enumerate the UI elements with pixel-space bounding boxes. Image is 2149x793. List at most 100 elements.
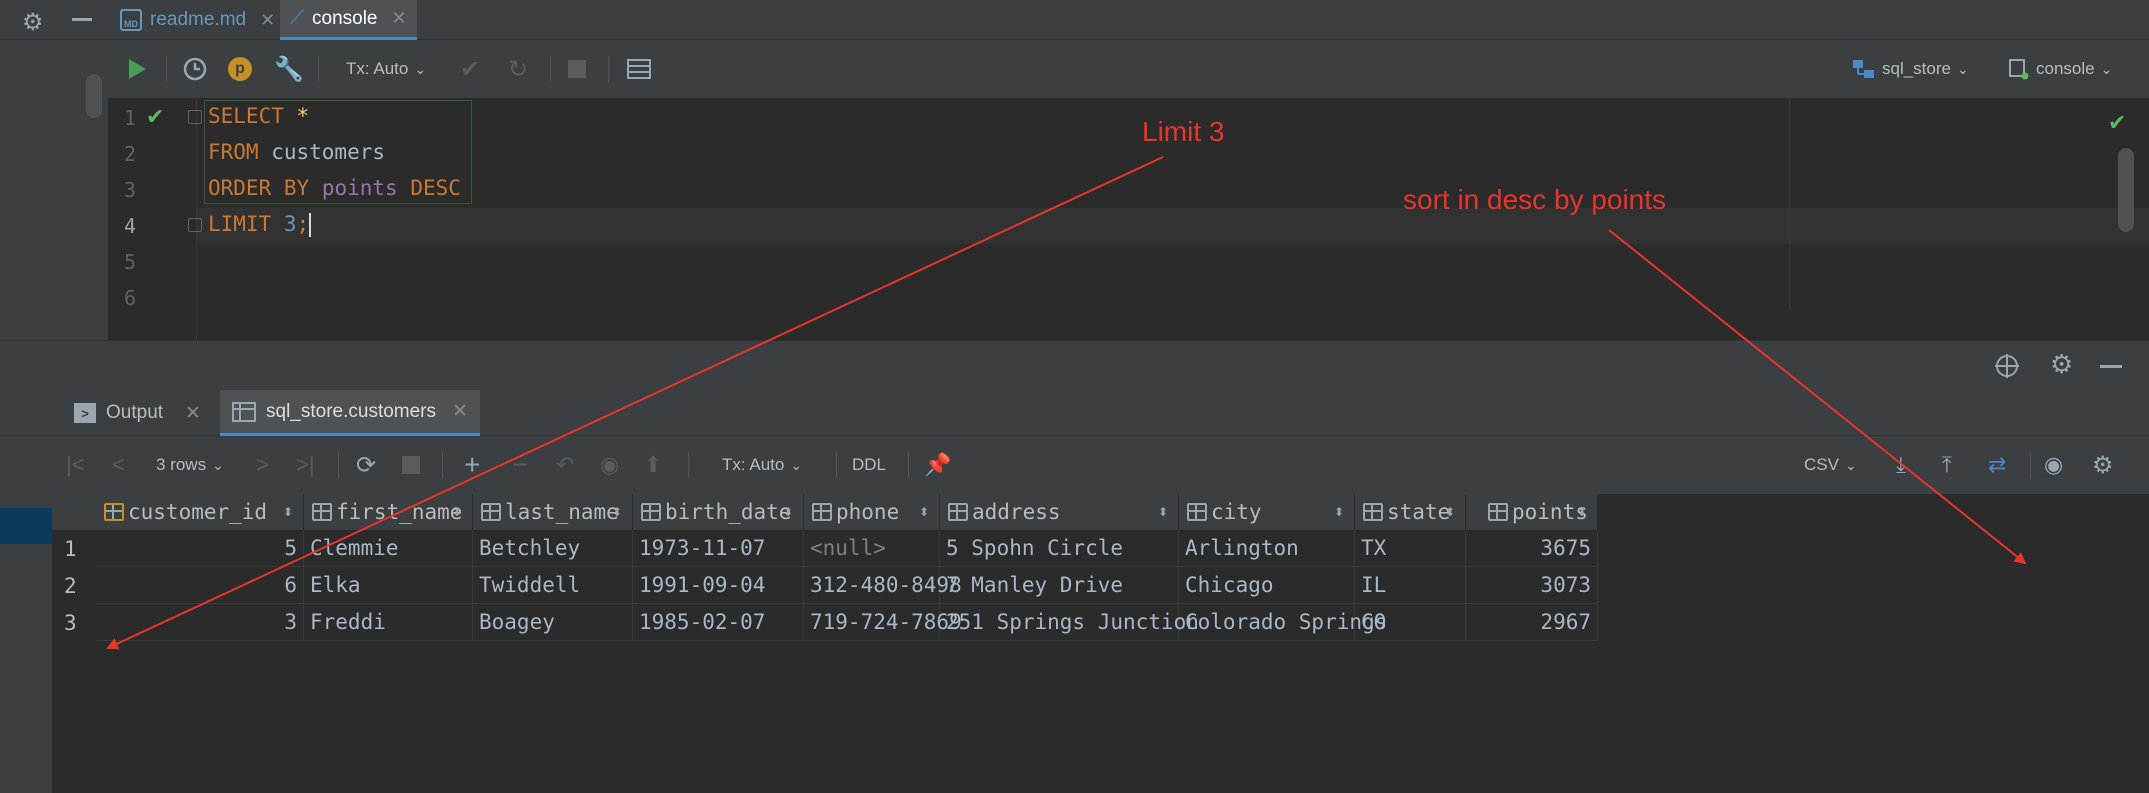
- table-cell[interactable]: <null>: [804, 530, 940, 567]
- table-cell[interactable]: 5 Spohn Circle: [940, 530, 1179, 567]
- revert-button[interactable]: ↶: [556, 450, 574, 480]
- close-icon[interactable]: ✕: [185, 402, 201, 425]
- sort-icon[interactable]: ⬍: [452, 505, 462, 519]
- table-cell[interactable]: 7 Manley Drive: [940, 567, 1179, 604]
- history-button[interactable]: [182, 54, 208, 84]
- close-icon[interactable]: ✕: [452, 400, 468, 423]
- column-header-address[interactable]: address ⬍: [940, 494, 1179, 530]
- row-number[interactable]: 2: [52, 567, 96, 604]
- minimize-icon[interactable]: [72, 18, 92, 21]
- tab-console[interactable]: ⟋ console ✕: [280, 0, 417, 40]
- page-size-dropdown[interactable]: 3 rows ⌄: [156, 450, 224, 480]
- table-cell[interactable]: Boagey: [473, 604, 633, 641]
- tab-readme[interactable]: MD readme.md ✕: [110, 0, 285, 40]
- table-cell[interactable]: 312-480-8498: [804, 567, 962, 604]
- table-cell[interactable]: 5: [96, 530, 304, 567]
- close-icon[interactable]: ✕: [260, 10, 275, 31]
- session-dropdown[interactable]: console ⌄: [2008, 54, 2112, 84]
- view-options-button[interactable]: ◉: [2044, 450, 2063, 480]
- sort-icon[interactable]: ⬍: [283, 505, 293, 519]
- grid-tx-mode-dropdown[interactable]: Tx: Auto ⌄: [722, 450, 802, 480]
- editor-scrollbar[interactable]: [2118, 148, 2134, 232]
- last-page-button[interactable]: >|: [296, 450, 315, 480]
- import-button[interactable]: ⤒: [1942, 450, 1952, 480]
- fold-open-icon[interactable]: [188, 110, 202, 124]
- stop-button[interactable]: [568, 54, 586, 84]
- close-icon[interactable]: ✕: [392, 8, 407, 29]
- datasource-dropdown[interactable]: sql_store ⌄: [1852, 54, 1969, 84]
- export-button[interactable]: ⤓: [1896, 450, 1906, 480]
- table-cell[interactable]: Arlington: [1179, 530, 1355, 567]
- table-cell[interactable]: 3: [96, 604, 304, 641]
- table-cell[interactable]: 1985-02-07: [633, 604, 804, 641]
- row-number[interactable]: 3: [52, 604, 96, 641]
- gear-icon[interactable]: ⚙: [22, 8, 44, 37]
- row-number[interactable]: 1: [52, 530, 96, 567]
- tab-output[interactable]: > Output ✕: [62, 390, 213, 436]
- ddl-button[interactable]: DDL: [852, 450, 886, 480]
- sort-icon[interactable]: ⬍: [783, 505, 793, 519]
- table-cell[interactable]: 6: [96, 567, 304, 604]
- prev-page-button[interactable]: <: [112, 450, 125, 480]
- first-page-button[interactable]: |<: [66, 450, 85, 480]
- column-icon: [948, 503, 968, 521]
- cancel-query-button[interactable]: [402, 450, 420, 480]
- table-cell[interactable]: 2967: [1466, 604, 1598, 641]
- table-cell[interactable]: CO: [1355, 604, 1466, 641]
- tab-customers-result[interactable]: sql_store.customers ✕: [220, 390, 480, 436]
- table-cell[interactable]: 3675: [1466, 530, 1598, 567]
- preview-changes-button[interactable]: ◉: [600, 450, 619, 480]
- minimize-icon[interactable]: [2100, 365, 2122, 368]
- table-cell[interactable]: 719-724-7869: [804, 604, 962, 641]
- pin-tab-button[interactable]: 📌: [924, 450, 951, 480]
- table-cell[interactable]: Chicago: [1179, 567, 1355, 604]
- run-button[interactable]: [126, 54, 148, 84]
- column-header-customer-id[interactable]: customer_id ⬍: [96, 494, 304, 530]
- table-cell[interactable]: Betchley: [473, 530, 633, 567]
- table-cell[interactable]: IL: [1355, 567, 1466, 604]
- export-format-dropdown[interactable]: CSV ⌄: [1804, 450, 1857, 480]
- column-header-last-name[interactable]: last_name ⬍: [473, 494, 633, 530]
- profiler-button[interactable]: p: [228, 54, 252, 84]
- column-header-points[interactable]: points ⬍: [1466, 494, 1598, 530]
- delete-row-button[interactable]: −: [512, 449, 528, 480]
- column-header-birth-date[interactable]: birth_date ⬍: [633, 494, 804, 530]
- sort-icon[interactable]: ⬍: [612, 505, 622, 519]
- table-cell[interactable]: 1991-09-04: [633, 567, 804, 604]
- table-cell[interactable]: Colorado Springs: [1179, 604, 1387, 641]
- sort-icon[interactable]: ⬍: [1445, 505, 1455, 519]
- target-icon[interactable]: [1994, 353, 2020, 384]
- table-cell[interactable]: Clemmie: [304, 530, 473, 567]
- fold-close-icon[interactable]: [188, 218, 202, 232]
- column-header-phone[interactable]: phone ⬍: [804, 494, 940, 530]
- settings-wrench-button[interactable]: 🔧: [274, 54, 304, 84]
- refresh-button[interactable]: ⟳: [356, 450, 376, 480]
- sort-icon[interactable]: ⬍: [919, 505, 929, 519]
- table-cell[interactable]: Twiddell: [473, 567, 633, 604]
- sort-icon[interactable]: ⬍: [1577, 505, 1587, 519]
- column-header-first-name[interactable]: first_name ⬍: [304, 494, 473, 530]
- table-cell[interactable]: 3073: [1466, 567, 1598, 604]
- table-cell[interactable]: Freddi: [304, 604, 473, 641]
- compare-button[interactable]: ⇄: [1988, 450, 2006, 480]
- sql-editor[interactable]: 1 2 3 4 5 6 ✔ SELECT * FROM customers OR…: [108, 98, 2149, 340]
- table-cell[interactable]: Elka: [304, 567, 473, 604]
- grid-settings-button[interactable]: ⚙: [2092, 450, 2114, 480]
- scroll-thumb[interactable]: [86, 74, 102, 118]
- add-row-button[interactable]: +: [464, 449, 480, 480]
- next-page-button[interactable]: >: [256, 450, 269, 480]
- column-header-city[interactable]: city ⬍: [1179, 494, 1355, 530]
- table-cell[interactable]: 1973-11-07: [633, 530, 804, 567]
- tx-mode-dropdown[interactable]: Tx: Auto ⌄: [346, 54, 426, 84]
- submit-button[interactable]: ⬆: [644, 450, 662, 480]
- rollback-button[interactable]: ↻: [508, 54, 528, 84]
- table-cell[interactable]: TX: [1355, 530, 1466, 567]
- grid-toolbar: |< < 3 rows ⌄ > >| ⟳ + − ↶ ◉ ⬆ Tx: Auto …: [52, 436, 2149, 494]
- sort-icon[interactable]: ⬍: [1158, 505, 1168, 519]
- output-layout-button[interactable]: [626, 54, 652, 84]
- column-header-state[interactable]: state ⬍: [1355, 494, 1466, 530]
- sort-icon[interactable]: ⬍: [1334, 505, 1344, 519]
- gear-icon[interactable]: ⚙: [2050, 349, 2073, 380]
- table-cell[interactable]: 251 Springs Junction: [940, 604, 1199, 641]
- commit-button[interactable]: ✔: [460, 54, 480, 84]
